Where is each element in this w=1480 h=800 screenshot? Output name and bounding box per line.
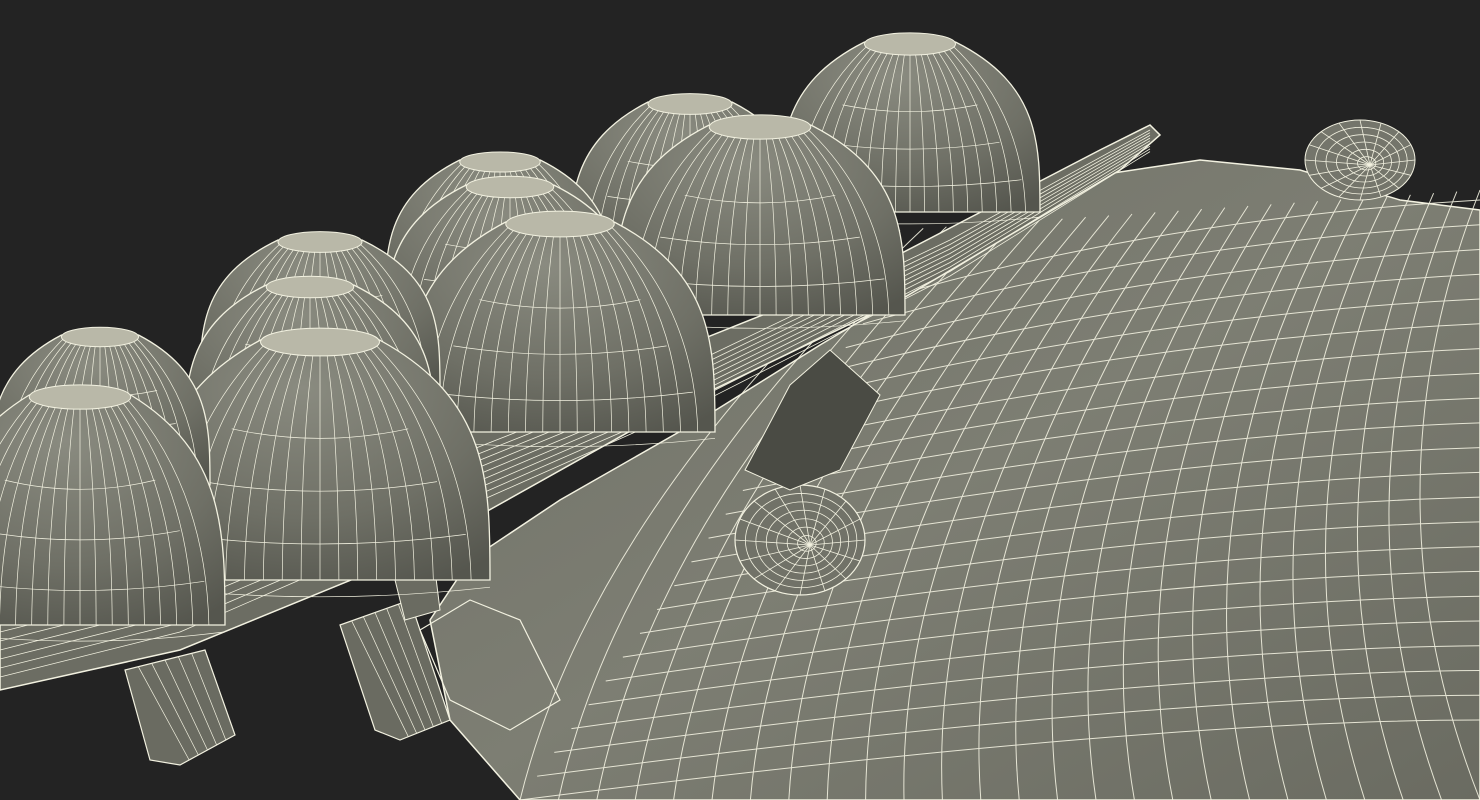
- wireframe-render: [0, 0, 1480, 800]
- render-viewport: [0, 0, 1480, 800]
